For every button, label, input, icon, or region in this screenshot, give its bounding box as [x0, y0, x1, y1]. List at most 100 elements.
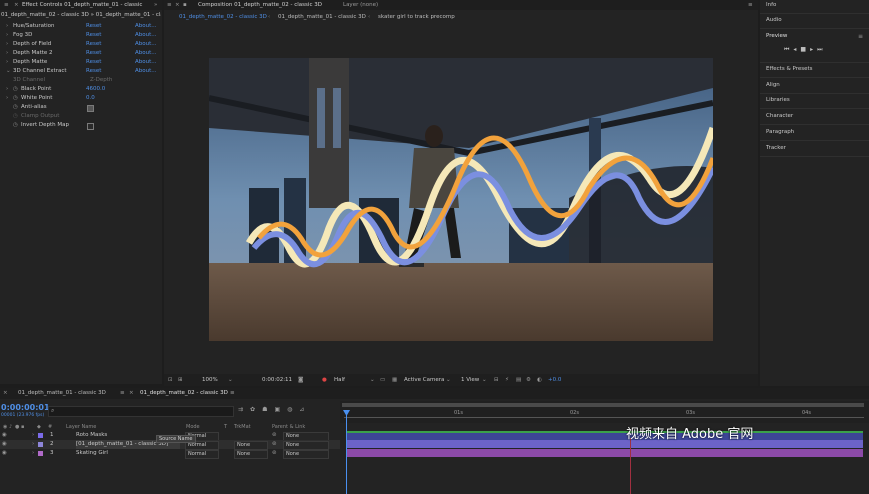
play-stop-icon[interactable]: ■ [800, 46, 810, 53]
expand-arrow-icon[interactable]: › [6, 58, 8, 67]
shy-layers-icon[interactable]: ☗ [262, 406, 274, 413]
expand-arrow-icon[interactable]: › [6, 94, 8, 103]
camera-dropdown[interactable]: Active Camera [404, 374, 444, 386]
pickwhip-icon[interactable]: ⊚ [272, 449, 277, 458]
last-frame-icon[interactable]: ⏭ [817, 46, 826, 53]
libraries-tab[interactable]: Libraries [766, 97, 790, 103]
region-of-interest-icon[interactable]: ▭ [380, 374, 385, 386]
expand-arrow-icon[interactable]: › [6, 31, 8, 40]
about-link[interactable]: About... [135, 67, 157, 76]
invert-checkbox[interactable] [87, 123, 94, 130]
reset-link[interactable]: Reset [86, 22, 101, 31]
timeline-menu-icon[interactable]: ≡ [120, 389, 125, 398]
close-icon[interactable]: × [3, 389, 8, 398]
channel-value[interactable]: Z-Depth [90, 76, 112, 85]
reset-link[interactable]: Reset [86, 31, 101, 40]
close-icon[interactable]: × [14, 1, 19, 10]
mode-dropdown[interactable]: Normal [185, 450, 219, 459]
about-link[interactable]: About... [135, 40, 157, 49]
reset-link[interactable]: Reset [86, 67, 101, 76]
time-ruler[interactable]: 01s 02s 03s 04s [340, 401, 869, 423]
graph-editor-icon[interactable]: ⊿ [299, 406, 311, 413]
frame-blending-icon[interactable]: ▣ [274, 406, 287, 413]
playhead[interactable] [346, 410, 347, 494]
expand-arrow-icon[interactable]: › [6, 22, 8, 31]
layer-track[interactable] [346, 440, 863, 448]
stopwatch-icon[interactable]: ◷ [13, 94, 18, 103]
effect-row[interactable]: › Hue/Saturation Reset About... [0, 22, 162, 31]
search-input[interactable]: ⌕ [48, 406, 234, 417]
visibility-eye-icon[interactable]: ◉ [2, 431, 7, 440]
stopwatch-icon[interactable]: ◷ [13, 103, 18, 112]
layer-track[interactable] [346, 449, 863, 457]
effect-controls-menu-icon[interactable]: ≡ [4, 1, 9, 10]
layer-name[interactable]: Roto Masks [76, 431, 107, 440]
expand-arrow-icon[interactable]: › [6, 49, 8, 58]
about-link[interactable]: About... [135, 31, 157, 40]
timeline-tab-active[interactable]: 01_depth_matte_02 - classic 3D [140, 389, 228, 398]
layer-name[interactable]: Skating Girl [76, 449, 108, 458]
camera-snapshot-icon[interactable]: ◙ [298, 374, 303, 386]
breadcrumb-item[interactable]: 01_depth_matte_02 - classic 3D [179, 12, 267, 22]
effect-row[interactable]: ⌄ 3D Channel Extract Reset About... [0, 67, 162, 76]
always-preview-icon[interactable]: ⊡ [168, 374, 173, 386]
effect-row[interactable]: › Fog 3D Reset About... [0, 31, 162, 40]
motion-blur-icon[interactable]: ◍ [287, 406, 299, 413]
label-color-swatch[interactable] [38, 451, 43, 456]
expand-arrow-icon[interactable]: › [32, 449, 34, 458]
expand-arrow-icon[interactable]: › [6, 40, 8, 49]
safe-margins-icon[interactable]: ⊞ [178, 374, 183, 386]
visibility-eye-icon[interactable]: ◉ [2, 449, 7, 458]
view-layout-dropdown[interactable]: 1 View [461, 374, 479, 386]
effect-row[interactable]: › Depth Matte 2 Reset About... [0, 49, 162, 58]
expand-arrow-icon[interactable]: › [32, 431, 34, 440]
resolution-dropdown[interactable]: Half [334, 374, 345, 386]
stopwatch-icon[interactable]: ◷ [13, 85, 18, 94]
preview-menu-icon[interactable]: ≡ [858, 33, 863, 40]
breadcrumb-item[interactable]: skater girl to track precomp [378, 12, 455, 22]
pickwhip-icon[interactable]: ⊚ [272, 440, 277, 449]
zoom-dropdown[interactable]: 100% [202, 374, 218, 386]
effects-presets-tab[interactable]: Effects & Presets [766, 66, 813, 72]
composition-menu-icon[interactable]: ≡ [167, 1, 172, 10]
stopwatch-icon[interactable]: ◷ [13, 121, 18, 130]
align-tab[interactable]: Align [766, 82, 780, 88]
label-color-swatch[interactable] [38, 442, 43, 447]
timeline-tab[interactable]: 01_depth_matte_01 - classic 3D [18, 389, 106, 398]
antialias-checkbox[interactable] [87, 105, 94, 112]
character-tab[interactable]: Character [766, 113, 793, 119]
reset-link[interactable]: Reset [86, 49, 101, 58]
reset-link[interactable]: Reset [86, 40, 101, 49]
expand-arrow-icon[interactable]: › [32, 440, 34, 449]
label-color-swatch[interactable] [38, 433, 43, 438]
exposure-value[interactable]: +0.0 [548, 374, 561, 386]
about-link[interactable]: About... [135, 22, 157, 31]
panel-options-icon[interactable]: ≡ [230, 389, 235, 398]
composition-options-icon[interactable]: ≡ [748, 1, 753, 10]
close-icon[interactable]: × [175, 1, 180, 10]
composition-viewer[interactable] [209, 58, 713, 341]
toggle-pixel-aspect-icon[interactable]: ⊟ [494, 374, 499, 386]
layer-row[interactable]: ◉ › 3 Skating Girl Normal None ⊚ None [0, 449, 340, 459]
tracker-tab[interactable]: Tracker [766, 145, 786, 151]
preview-panel-title[interactable]: Preview [766, 33, 787, 39]
timecode-display[interactable]: 0:00:02:11 [262, 374, 292, 386]
color-channels-icon[interactable]: ● [322, 374, 327, 386]
fast-previews-icon[interactable]: ⚡ [505, 374, 509, 386]
flowchart-icon[interactable]: ⚙ [526, 374, 531, 386]
reset-exposure-icon[interactable]: ◐ [537, 374, 542, 386]
about-link[interactable]: About... [135, 49, 157, 58]
breadcrumb-item[interactable]: 01_depth_matte_01 - classic 3D [278, 12, 366, 22]
work-area-bar[interactable] [342, 403, 864, 407]
paragraph-tab[interactable]: Paragraph [766, 129, 794, 135]
transparency-grid-icon[interactable]: ▦ [392, 374, 397, 386]
layer-tab[interactable]: Layer (none) [343, 1, 378, 10]
first-frame-icon[interactable]: ⏮ [784, 46, 793, 53]
current-timecode[interactable]: 0:00:00:01 [1, 403, 50, 412]
draft-3d-icon[interactable]: ✿ [250, 406, 262, 413]
close-icon[interactable]: × [129, 389, 134, 398]
info-panel-tab[interactable]: Info [766, 2, 776, 8]
composition-tab[interactable]: Composition 01_depth_matte_02 - classic … [198, 1, 322, 10]
audio-panel-tab[interactable]: Audio [766, 17, 782, 23]
reset-link[interactable]: Reset [86, 58, 101, 67]
